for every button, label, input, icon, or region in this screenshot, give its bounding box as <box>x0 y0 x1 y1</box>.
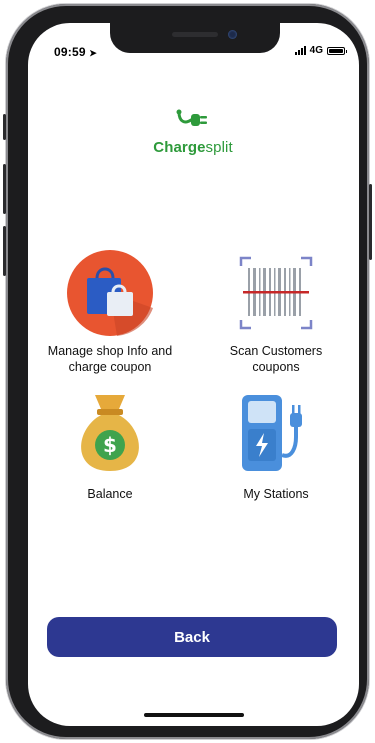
logo-text-charge: Charge <box>153 139 206 156</box>
scan-coupons-tile[interactable]: Scan Customers coupons <box>206 248 346 375</box>
phone-frame: 09:59 ➤ 4G Chargesplit Manage shop Info … <box>3 4 372 739</box>
volume-up-button <box>3 164 6 214</box>
svg-text:$: $ <box>103 433 117 457</box>
location-arrow-icon: ➤ <box>89 48 97 58</box>
volume-down-button <box>3 226 6 276</box>
shopping-bags-icon <box>67 250 153 336</box>
network-type: 4G <box>309 45 323 56</box>
battery-icon <box>327 46 347 55</box>
front-camera <box>228 30 237 39</box>
manage-shop-tile[interactable]: Manage shop Info and charge coupon <box>30 248 190 375</box>
app-screen: 09:59 ➤ 4G Chargesplit Manage shop Info … <box>28 23 359 726</box>
balance-label: Balance <box>87 487 133 501</box>
status-time-text: 09:59 <box>54 45 86 59</box>
home-indicator[interactable] <box>144 713 244 717</box>
scan-coupons-label-line2: coupons <box>252 360 300 374</box>
my-stations-tile[interactable]: My Stations <box>218 385 334 502</box>
barcode-scanner-icon <box>239 256 313 330</box>
notch <box>110 23 280 53</box>
back-button[interactable]: Back <box>47 617 337 657</box>
balance-tile[interactable]: $ Balance <box>60 385 160 502</box>
mute-switch <box>3 114 6 140</box>
scan-coupons-label-line1: Scan Customers <box>229 344 323 358</box>
manage-shop-label-line1: Manage shop Info and <box>47 344 173 358</box>
my-stations-label: My Stations <box>243 487 309 501</box>
status-indicators: 4G <box>294 45 347 56</box>
speaker <box>172 32 218 37</box>
app-logo: Chargesplit <box>143 108 243 156</box>
logo-text-split: split <box>205 139 233 156</box>
money-bag-icon: $ <box>81 395 139 471</box>
app-logo-text: Chargesplit <box>143 139 243 156</box>
power-button <box>369 184 372 260</box>
signal-icon <box>294 46 306 55</box>
manage-shop-label-line2: charge coupon <box>68 360 152 374</box>
status-time: 09:59 ➤ <box>54 45 97 59</box>
charging-station-icon <box>242 395 302 471</box>
plug-icon <box>176 109 207 126</box>
